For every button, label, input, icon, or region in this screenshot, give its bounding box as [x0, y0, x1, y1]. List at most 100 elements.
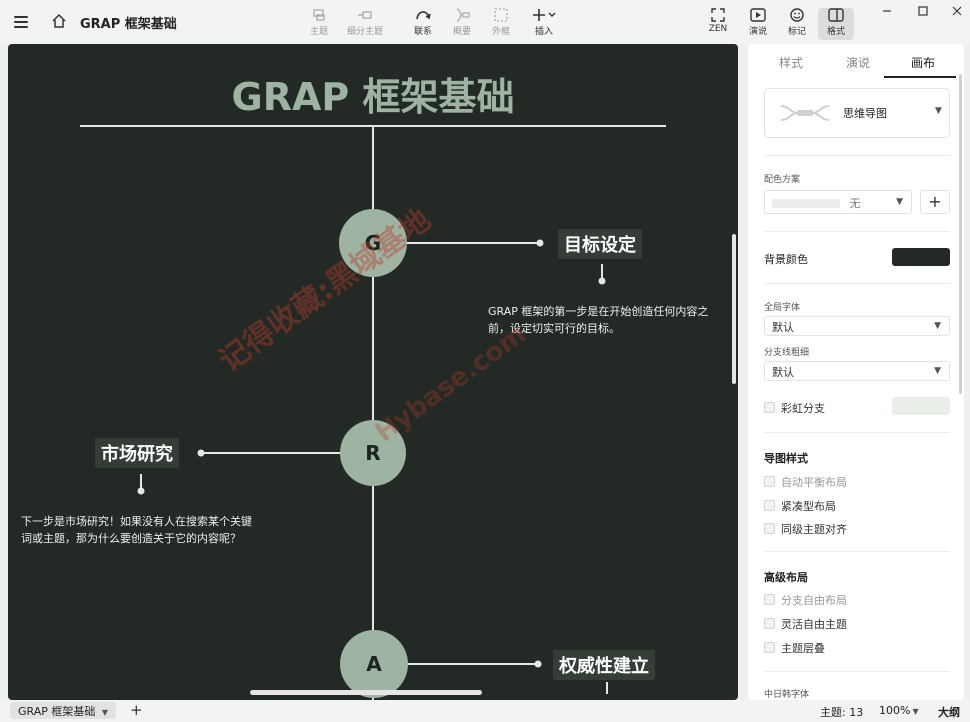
top-toolbar: GRAP 框架基础 主题 细分主题 联系 概要 外框 插入 ZEN 演说 标记 … [0, 0, 970, 44]
tab-canvas[interactable]: 画布 [911, 54, 935, 71]
boundary-icon [494, 8, 508, 22]
color-scheme-label: 配色方案 [764, 175, 801, 185]
sheet-tab[interactable]: GRAP 框架基础 ▼ [10, 702, 117, 719]
color-scheme-swatch [772, 199, 840, 208]
zen-button[interactable]: ZEN [696, 8, 740, 40]
summary-label: 概要 [452, 27, 471, 37]
rainbow-branch-swatch[interactable] [892, 397, 950, 415]
divider [764, 155, 950, 156]
flexible-floating-checkbox[interactable]: 灵活自由主题 [764, 616, 847, 632]
menu-icon[interactable] [14, 16, 28, 28]
home-icon[interactable] [51, 13, 67, 29]
zen-label: ZEN [708, 24, 728, 34]
tab-pitch[interactable]: 演说 [846, 54, 870, 71]
checkbox[interactable] [764, 642, 775, 653]
flexible-floating-label: 灵活自由主题 [781, 618, 847, 631]
relation-icon [416, 11, 431, 20]
tab-style[interactable]: 样式 [779, 54, 803, 71]
topic-market-desc[interactable]: 下一步是市场研究！如果没有人在搜索某个关键 词或主题，那为什么要创造关于它的内容… [21, 513, 252, 547]
marker-button[interactable]: 标记 [775, 8, 819, 40]
structure-label: 思维导图 [843, 107, 887, 120]
checkbox[interactable] [764, 402, 775, 413]
global-font-select[interactable]: 默认 ▼ [764, 316, 950, 336]
advanced-layout-label: 高级布局 [764, 571, 808, 584]
compact-layout-checkbox[interactable]: 紧凑型布局 [764, 498, 836, 514]
topic-market-research[interactable]: 市场研究 [95, 438, 179, 468]
free-branch-label: 分支自由布局 [781, 594, 847, 607]
compact-layout-label: 紧凑型布局 [781, 500, 836, 513]
format-panel: 样式 演说 画布 思维导图 ▼ 配色方案 无 ▼ + 背景颜色 全局字体 默认 … [748, 44, 964, 700]
maximize-icon[interactable] [916, 4, 930, 18]
format-button[interactable]: 格式 [818, 8, 854, 40]
pitch-label: 演说 [748, 27, 767, 37]
cjk-font-label: 中日韩字体 [764, 690, 810, 700]
format-label: 格式 [826, 27, 845, 37]
topic-market-desc-line1: 下一步是市场研究！如果没有人在搜索某个关键 [21, 515, 252, 528]
add-sheet-button[interactable]: + [130, 701, 143, 719]
zoom-select[interactable]: 100% ▼ [879, 704, 919, 717]
tab-underline [884, 76, 956, 78]
mind-map-structure-icon [780, 105, 830, 121]
color-scheme-select[interactable]: 无 ▼ [764, 190, 912, 214]
canvas-vertical-scrollbar[interactable] [732, 234, 736, 384]
node-a[interactable]: A [340, 630, 408, 698]
topic-authority[interactable]: 权威性建立 [553, 650, 655, 680]
chevron-down-icon: ▼ [935, 106, 942, 116]
plus-chevron-icon [533, 9, 556, 21]
chevron-down-icon: ▼ [896, 197, 903, 207]
fullscreen-icon [711, 8, 725, 22]
bg-color-swatch[interactable] [892, 248, 950, 266]
rainbow-branch-checkbox[interactable]: 彩虹分支 [764, 400, 825, 416]
mind-map-canvas[interactable]: GRAP 框架基础 G 目标设定 GRAP 框架的第一步是在开始创造任何内容之 … [8, 44, 738, 700]
chevron-down-icon: ▼ [912, 707, 919, 716]
insert-label: 插入 [534, 27, 553, 37]
structure-select[interactable]: 思维导图 ▼ [764, 88, 950, 138]
branch-width-value: 默认 [772, 366, 794, 379]
topic-overlap-checkbox[interactable]: 主题层叠 [764, 640, 825, 656]
document-title: GRAP 框架基础 [80, 17, 177, 32]
relation-label: 联系 [413, 27, 432, 37]
free-branch-checkbox[interactable]: 分支自由布局 [764, 592, 847, 608]
topic-goal-setting[interactable]: 目标设定 [558, 229, 642, 259]
color-scheme-value: 无 [849, 197, 861, 210]
panel-scrollbar[interactable] [959, 74, 962, 394]
divider [764, 671, 950, 672]
status-bar: GRAP 框架基础 ▼ + 主题: 13 100% ▼ 大纲 [0, 700, 970, 722]
branch-width-select[interactable]: 默认 ▼ [764, 361, 950, 381]
sheet-tab-label: GRAP 框架基础 [18, 705, 96, 718]
global-font-value: 默认 [772, 321, 794, 334]
checkbox[interactable] [764, 476, 775, 487]
topic-overlap-label: 主题层叠 [781, 642, 825, 655]
summary-button[interactable]: 概要 [440, 8, 484, 40]
map-style-label: 导图样式 [764, 452, 808, 465]
insert-button[interactable]: 插入 [522, 8, 566, 40]
boundary-button[interactable]: 外框 [479, 8, 523, 40]
checkbox[interactable] [764, 594, 775, 605]
topic-button[interactable]: 主题 [297, 8, 341, 40]
canvas-horizontal-scrollbar[interactable] [250, 690, 482, 695]
topic-market-desc-line2: 词或主题，那为什么要创造关于它的内容呢？ [21, 532, 241, 545]
smiley-icon [790, 8, 804, 22]
sidebar-panel-icon [828, 8, 844, 22]
relation-button[interactable]: 联系 [401, 8, 445, 40]
minimize-icon[interactable] [880, 4, 894, 18]
checkbox[interactable] [764, 618, 775, 629]
branch-width-label: 分支线粗细 [764, 348, 810, 358]
close-icon[interactable] [950, 4, 964, 18]
pitch-button[interactable]: 演说 [736, 8, 780, 40]
divider [764, 432, 950, 433]
divider [764, 551, 950, 552]
checkbox[interactable] [764, 523, 775, 534]
connector-lines [80, 125, 666, 700]
auto-balance-label: 自动平衡布局 [781, 476, 847, 489]
checkbox[interactable] [764, 500, 775, 511]
bg-color-label: 背景颜色 [764, 253, 808, 266]
auto-balance-checkbox[interactable]: 自动平衡布局 [764, 474, 847, 490]
summary-icon [456, 8, 470, 22]
add-color-scheme-button[interactable]: + [920, 190, 950, 214]
align-siblings-checkbox[interactable]: 同级主题对齐 [764, 521, 847, 537]
outline-button[interactable]: 大纲 [938, 704, 960, 720]
subtopic-button[interactable]: 细分主题 [343, 8, 387, 40]
topic-icon [313, 9, 325, 21]
zoom-value: 100% [879, 704, 911, 717]
